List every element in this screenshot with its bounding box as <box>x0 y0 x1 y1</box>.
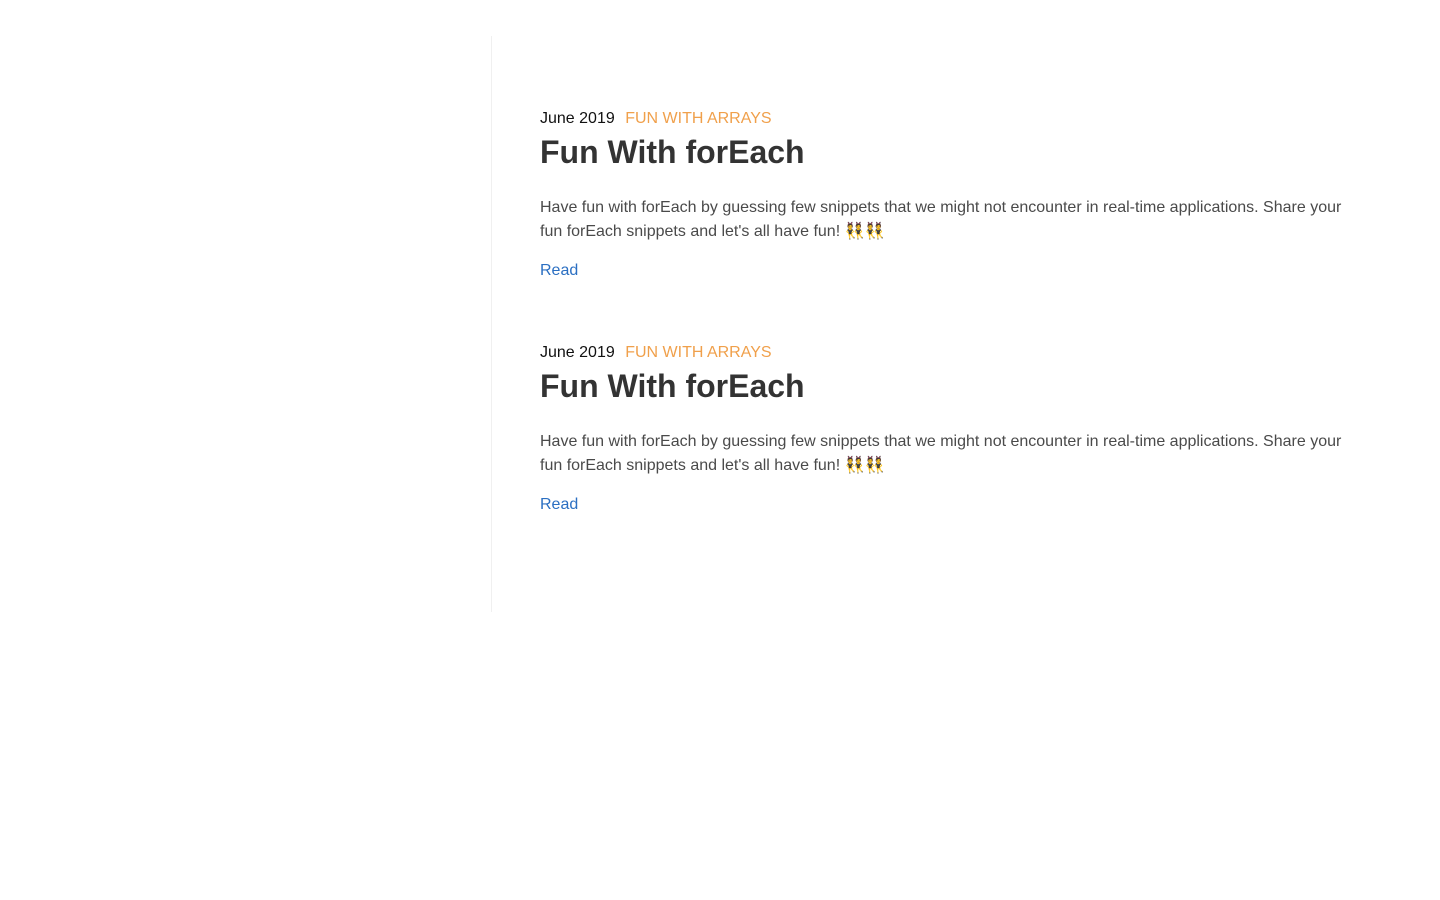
read-link[interactable]: Read <box>540 260 578 282</box>
post-meta: June 2019 FUN WITH ARRAYS <box>540 342 1360 364</box>
read-link[interactable]: Read <box>540 494 578 516</box>
page: June 2019 FUN WITH ARRAYS Fun With forEa… <box>0 0 1440 900</box>
post-list: June 2019 FUN WITH ARRAYS Fun With forEa… <box>540 108 1360 576</box>
post-card: June 2019 FUN WITH ARRAYS Fun With forEa… <box>540 342 1360 516</box>
post-category-link[interactable]: FUN WITH ARRAYS <box>625 344 771 361</box>
post-date: June 2019 <box>540 344 615 361</box>
post-card: June 2019 FUN WITH ARRAYS Fun With forEa… <box>540 108 1360 282</box>
post-title: Fun With forEach <box>540 134 805 170</box>
post-date: June 2019 <box>540 110 615 127</box>
post-title: Fun With forEach <box>540 368 805 404</box>
post-excerpt: Have fun with forEach by guessing few sn… <box>540 199 1342 240</box>
post-category-link[interactable]: FUN WITH ARRAYS <box>625 110 771 127</box>
sidebar <box>0 36 492 612</box>
post-meta: June 2019 FUN WITH ARRAYS <box>540 108 1360 130</box>
post-excerpt: Have fun with forEach by guessing few sn… <box>540 433 1342 474</box>
